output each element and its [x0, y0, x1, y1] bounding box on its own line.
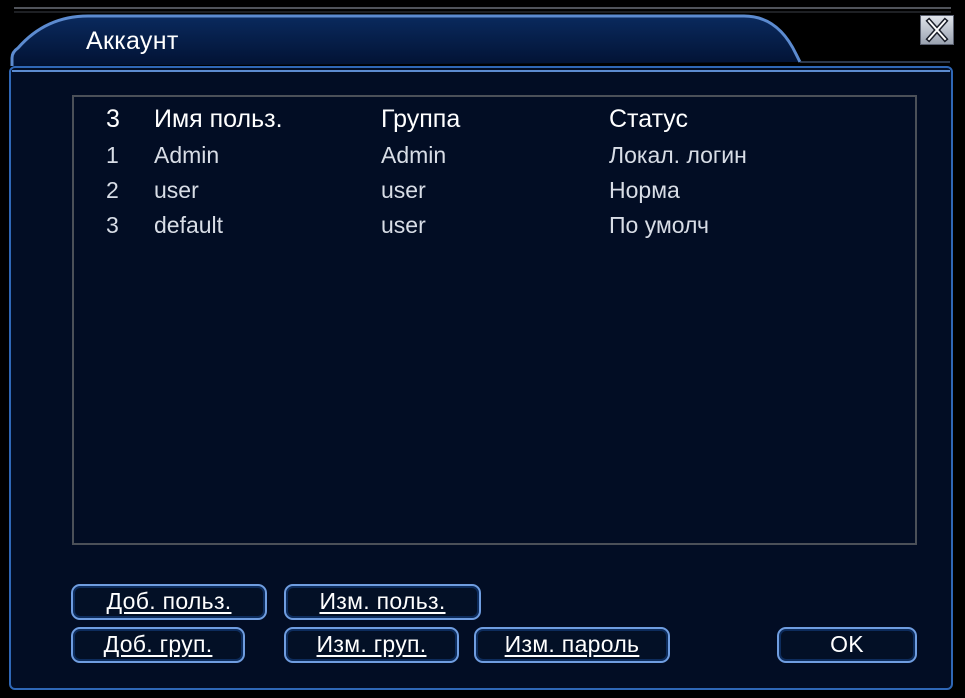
column-header-user: Имя польз.	[154, 105, 283, 133]
account-list[interactable]: 3 Имя польз. Группа Статус 1 Admin Admin…	[72, 95, 917, 545]
window-title: Аккаунт	[86, 27, 179, 55]
row-group: user	[381, 177, 426, 203]
row-number: 3	[106, 212, 119, 238]
table-row[interactable]: 2 user user Норма	[74, 177, 915, 211]
table-row[interactable]: 3 default user По умолч	[74, 212, 915, 246]
add-group-button[interactable]: Доб. груп.	[71, 627, 245, 663]
row-number: 1	[106, 142, 119, 168]
column-header-status: Статус	[609, 105, 689, 133]
row-user: default	[154, 212, 224, 238]
table-header: 3 Имя польз. Группа Статус	[74, 105, 915, 139]
row-group: user	[381, 212, 426, 238]
ok-button[interactable]: OK	[777, 627, 917, 663]
panel-divider	[12, 70, 950, 72]
row-status: По умолч	[609, 212, 709, 238]
edit-group-button[interactable]: Изм. груп.	[284, 627, 459, 663]
close-icon	[925, 17, 949, 43]
row-user: user	[154, 177, 199, 203]
row-user: Admin	[154, 142, 220, 168]
row-group: Admin	[381, 142, 447, 168]
add-user-button[interactable]: Доб. польз.	[71, 584, 267, 620]
account-window: Аккаунт 3 Имя польз. Группа Статус 1 Adm…	[0, 0, 965, 698]
edit-user-button[interactable]: Изм. польз.	[284, 584, 481, 620]
row-number: 2	[106, 177, 119, 203]
table-row[interactable]: 1 Admin Admin Локал. логин	[74, 142, 915, 176]
close-button[interactable]	[920, 15, 954, 45]
column-header-group: Группа	[381, 105, 461, 133]
change-password-button[interactable]: Изм. пароль	[474, 627, 670, 663]
row-status: Локал. логин	[609, 142, 747, 168]
row-status: Норма	[609, 177, 680, 203]
user-count: 3	[106, 105, 120, 133]
